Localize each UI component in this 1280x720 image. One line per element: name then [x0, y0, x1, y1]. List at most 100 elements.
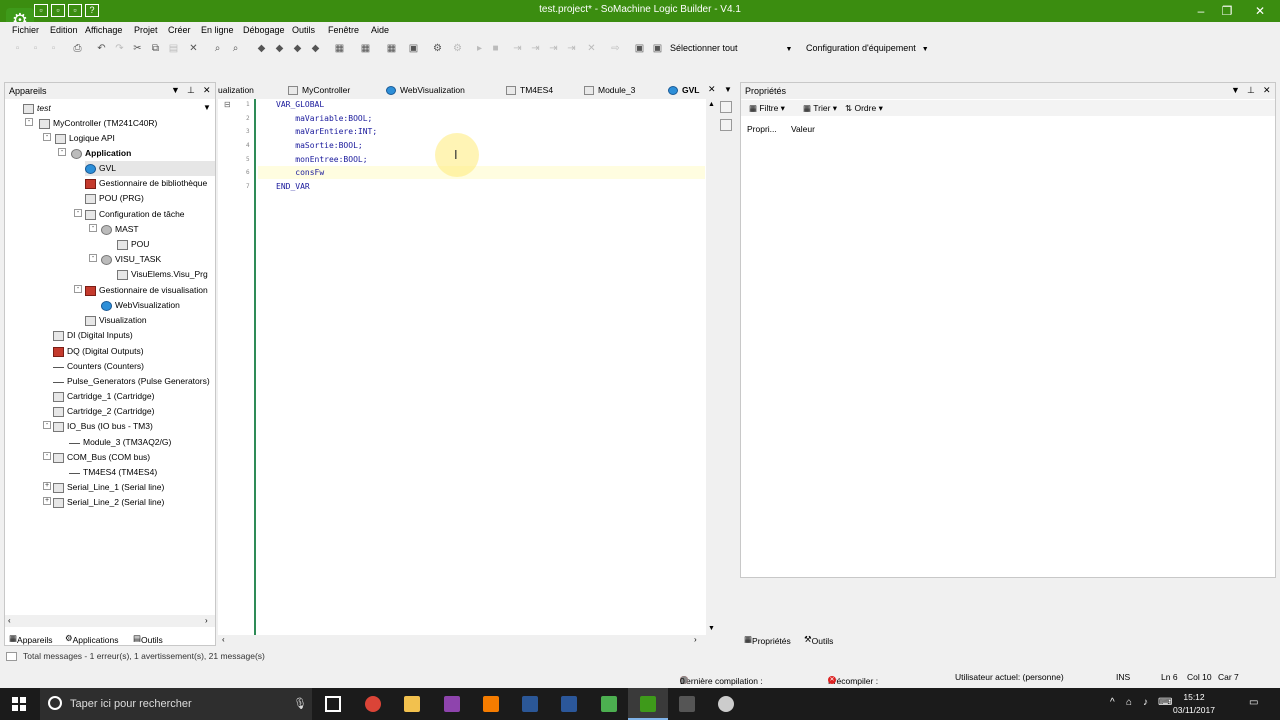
login-icon[interactable]: ⚙	[432, 43, 443, 54]
tree-item-controller[interactable]: MyController (TM241C40R)	[39, 116, 157, 131]
task-view-icon[interactable]	[313, 688, 353, 720]
bookmark-icon[interactable]: ◆	[256, 43, 267, 54]
panel-menu-icon[interactable]: ▼	[1231, 85, 1240, 95]
column-property[interactable]: Propri...	[747, 124, 777, 134]
save-project-icon[interactable]: ▫	[48, 43, 59, 54]
tab-module-3[interactable]: Module_3	[584, 82, 635, 98]
somachine-taskbar-icon[interactable]	[628, 688, 668, 720]
tree-item-pou-prg[interactable]: POU (PRG)	[85, 191, 144, 206]
bookmark-next-icon[interactable]: ◆	[274, 43, 285, 54]
taskbar-search[interactable]: Taper ici pour rechercher 🎙	[40, 688, 312, 720]
undo-icon[interactable]: ↶	[96, 43, 107, 54]
find-icon[interactable]: ⌕	[212, 43, 223, 54]
tab-devices[interactable]: ▦ Appareils	[9, 633, 52, 645]
open-project-icon[interactable]: ▫	[30, 43, 41, 54]
menu-tools[interactable]: Outils	[292, 25, 315, 35]
tab-mycontroller[interactable]: MyController	[288, 82, 350, 98]
tree-item-webvisu[interactable]: WebVisualization	[101, 298, 180, 313]
tab-gvl[interactable]: GVL	[668, 82, 699, 98]
sort-button[interactable]: ▦ Trier ▾	[803, 103, 837, 114]
menu-build[interactable]: Créer	[168, 25, 191, 35]
tab-visualization[interactable]: ualization	[218, 82, 254, 98]
redo-icon[interactable]: ↷	[114, 43, 125, 54]
collapse-icon[interactable]: -	[89, 254, 97, 262]
declaration-view-icon[interactable]	[720, 101, 732, 113]
order-button[interactable]: ⇅ Ordre ▾	[845, 103, 883, 114]
collapse-icon[interactable]: -	[58, 148, 66, 156]
onenote-icon[interactable]	[432, 688, 472, 720]
help-icon[interactable]: ?	[85, 4, 99, 17]
tab-webvisualization[interactable]: WebVisualization	[386, 82, 465, 98]
breakpoint-icon[interactable]: ✕	[586, 43, 597, 54]
close-panel-icon[interactable]: ✕	[1263, 85, 1271, 96]
scroll-left-icon[interactable]: ‹	[8, 616, 11, 625]
menu-debug[interactable]: Débogage	[243, 25, 285, 35]
collapse-icon[interactable]: -	[43, 133, 51, 141]
fold-icon[interactable]: ⊟	[224, 100, 231, 109]
save-icon[interactable]: ▫	[68, 4, 82, 17]
collapse-icon[interactable]: -	[43, 452, 51, 460]
open-icon[interactable]: ▫	[51, 4, 65, 17]
tree-item-gvl[interactable]: GVL	[85, 161, 215, 176]
device-config-dropdown[interactable]: Configuration d'équipement ▼	[806, 43, 929, 53]
palette-app-icon[interactable]	[589, 688, 629, 720]
menu-help[interactable]: Aide	[371, 25, 389, 35]
scroll-up-icon[interactable]: ▲	[708, 101, 715, 108]
close-button[interactable]: ✕	[1240, 0, 1280, 22]
tree-item-application[interactable]: Application	[71, 146, 131, 161]
stop-icon[interactable]: ■	[490, 43, 501, 54]
tree-item-plc-logic[interactable]: Logique API	[55, 131, 115, 146]
chrome-icon[interactable]	[353, 688, 393, 720]
tree-item-cartridge-2[interactable]: Cartridge_2 (Cartridge)	[53, 404, 154, 419]
delete-icon[interactable]: ✕	[188, 43, 199, 54]
office-app-icon[interactable]	[471, 688, 511, 720]
scroll-left-icon[interactable]: ‹	[222, 635, 225, 644]
step-over-icon[interactable]: ⇥	[512, 43, 523, 54]
pin-icon[interactable]: ⊥	[187, 85, 195, 96]
filter-button[interactable]: ▦ Filtre ▾	[749, 103, 785, 114]
expand-icon[interactable]: +	[43, 497, 51, 505]
start-button[interactable]	[0, 688, 40, 720]
tree-item-mast[interactable]: MAST	[101, 222, 139, 237]
notifications-icon[interactable]: ▭	[1249, 697, 1258, 708]
tree-item-serial-2[interactable]: Serial_Line_2 (Serial line)	[53, 495, 164, 510]
tab-tools[interactable]: ⚒ Outils	[804, 634, 833, 646]
restore-button[interactable]: ❐	[1214, 0, 1240, 22]
message-summary[interactable]: Total messages - 1 erreur(s), 1 avertiss…	[6, 651, 265, 667]
tree-item-counters[interactable]: Counters (Counters)	[53, 359, 144, 374]
new-project-icon[interactable]: ▫	[12, 43, 23, 54]
paste-icon[interactable]: ▤	[168, 43, 179, 54]
word-icon[interactable]	[549, 688, 589, 720]
tree-item-pulse-gen[interactable]: Pulse_Generators (Pulse Generators)	[53, 374, 210, 389]
run-icon[interactable]: ▸	[474, 43, 485, 54]
tree-item-cartridge-1[interactable]: Cartridge_1 (Cartridge)	[53, 389, 154, 404]
expand-icon[interactable]: +	[43, 482, 51, 490]
minimize-button[interactable]: –	[1188, 0, 1214, 22]
menu-edit[interactable]: Edition	[50, 25, 78, 35]
tree-item-pou[interactable]: POU	[117, 237, 149, 252]
tree-item-io-bus[interactable]: IO_Bus (IO bus - TM3)	[53, 419, 153, 434]
collapse-icon[interactable]: -	[89, 224, 97, 232]
tab-properties[interactable]: ▦ Propriétés	[744, 634, 791, 646]
rebuild-icon[interactable]: ▦	[386, 43, 397, 54]
online-config-icon[interactable]: ▣	[652, 43, 663, 54]
tree-item-serial-1[interactable]: Serial_Line_1 (Serial line)	[53, 480, 164, 495]
scroll-right-icon[interactable]: ›	[694, 635, 697, 644]
scroll-down-icon[interactable]: ▼	[708, 625, 715, 632]
tray-chevron-icon[interactable]: ^	[1110, 697, 1115, 708]
new-icon[interactable]: ▫	[34, 4, 48, 17]
tab-tools[interactable]: ▤ Outils	[133, 633, 163, 645]
system-clock[interactable]: 15:12 03/11/2017	[1172, 691, 1216, 717]
bookmark-clear-icon[interactable]: ◆	[310, 43, 321, 54]
tree-item-visu-manager[interactable]: Gestionnaire de visualisation	[85, 283, 208, 298]
keyboard-icon[interactable]: ⌨	[1158, 697, 1172, 708]
run-to-cursor-icon[interactable]: ⇥	[566, 43, 577, 54]
write-values-icon[interactable]: ⇨	[610, 43, 621, 54]
code-editor[interactable]: ⊟ 1 2 3 4 5 6 7 VAR_GLOBAL maVariable:BO…	[218, 99, 717, 635]
cut-icon[interactable]: ✂	[132, 43, 143, 54]
column-value[interactable]: Valeur	[791, 124, 815, 134]
replace-icon[interactable]: ⌕	[230, 43, 241, 54]
close-panel-icon[interactable]: ✕	[203, 85, 211, 96]
collapse-icon[interactable]: -	[25, 118, 33, 126]
devices-hscrollbar[interactable]: ‹ ›	[5, 615, 215, 627]
